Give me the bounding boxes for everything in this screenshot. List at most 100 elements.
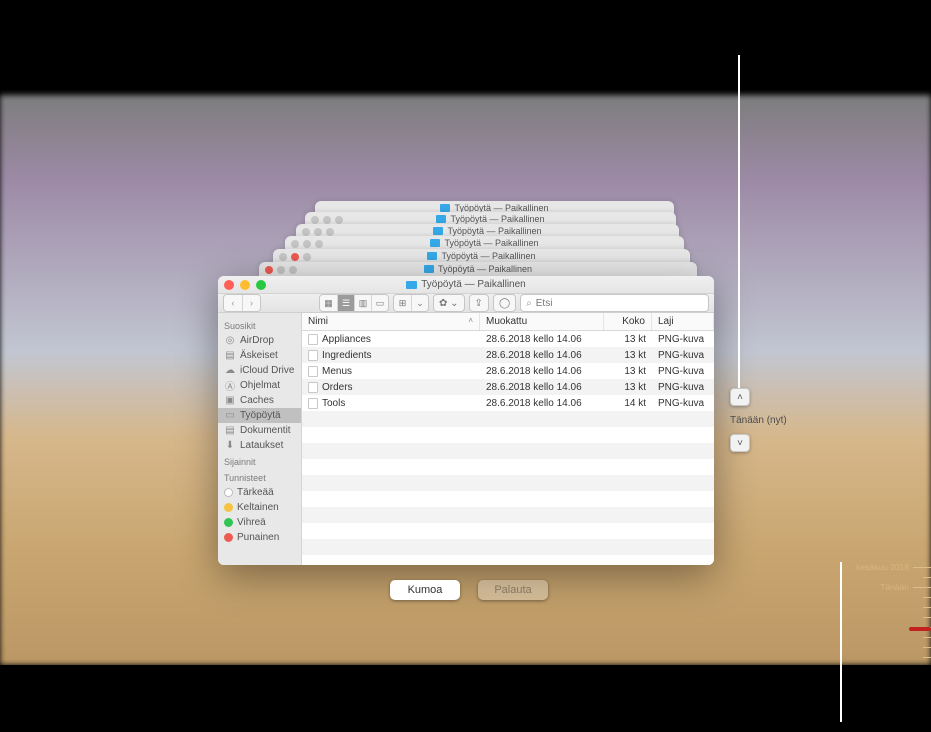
folder-icon <box>440 204 450 212</box>
folder-icon <box>427 252 437 260</box>
sidebar: Suosikit ◎AirDrop ▤Äskeiset ☁iCloud Driv… <box>218 313 302 565</box>
timeline[interactable]: kesäkuu 2018 Tänään <box>841 562 931 662</box>
ghost-title: Työpöytä — Paikallinen <box>438 264 532 274</box>
sidebar-item-label: Lataukset <box>240 440 283 451</box>
desktop-icon: ▭ <box>224 411 236 421</box>
sidebar-item-apps[interactable]: ⒶOhjelmat <box>218 378 301 393</box>
ghost-title: Työpöytä — Paikallinen <box>450 214 544 224</box>
file-name: Ingredients <box>322 350 371 361</box>
forward-button[interactable]: › <box>242 295 260 311</box>
column-header-kind[interactable]: Laji <box>652 313 714 330</box>
table-row[interactable]: Orders28.6.2018 kello 14.0613 ktPNG-kuva <box>302 379 714 395</box>
column-header-name[interactable]: Nimi ˄ <box>302 313 480 330</box>
share-button[interactable]: ⇪ <box>469 294 489 312</box>
file-modified: 28.6.2018 kello 14.06 <box>480 363 604 379</box>
table-row[interactable]: Appliances28.6.2018 kello 14.0613 ktPNG-… <box>302 331 714 347</box>
view-columns-icon[interactable]: ▥ <box>354 295 371 311</box>
sidebar-item-downloads[interactable]: ⬇ Lataukset <box>218 438 301 453</box>
back-button[interactable]: ‹ <box>224 295 242 311</box>
action-menu-button[interactable]: ✿ ⌄ <box>433 294 465 312</box>
tag-dot-icon <box>224 488 233 497</box>
sort-indicator-icon: ˄ <box>468 316 473 325</box>
sidebar-item-label: Keltainen <box>237 502 279 513</box>
sidebar-item-label: AirDrop <box>240 335 274 346</box>
sidebar-item-label: Tärkeää <box>237 487 274 498</box>
timeline-month-label: kesäkuu 2018 <box>856 562 909 572</box>
zoom-button[interactable] <box>256 280 266 290</box>
file-size: 14 kt <box>604 395 652 411</box>
nav-back-forward[interactable]: ‹ › <box>223 294 261 312</box>
sidebar-item-label: Äskeiset <box>240 350 278 361</box>
callout-line <box>738 55 740 388</box>
view-icon-grid[interactable]: ▦ <box>320 295 337 311</box>
file-kind: PNG-kuva <box>652 331 714 347</box>
sidebar-item-desktop[interactable]: ▭ Työpöytä <box>218 408 301 423</box>
sidebar-item-label: Työpöytä <box>240 410 281 421</box>
arrange-dropdown-icon[interactable]: ⌄ <box>411 295 428 311</box>
file-kind: PNG-kuva <box>652 347 714 363</box>
finder-window: Työpöytä — Paikallinen ‹ › ▦ ☰ ▥ ▭ ⊞ ⌄ ✿… <box>218 276 714 565</box>
search-field[interactable]: ⌕ <box>520 294 709 312</box>
folder-icon: ▣ <box>224 396 236 406</box>
documents-icon: ▤ <box>224 426 236 436</box>
column-label: Nimi <box>308 316 328 327</box>
file-icon <box>308 334 318 345</box>
column-header-modified[interactable]: Muokattu <box>480 313 604 330</box>
timeline-knob[interactable] <box>909 627 931 631</box>
file-size: 13 kt <box>604 347 652 363</box>
sidebar-item-icloud[interactable]: ☁iCloud Drive <box>218 363 301 378</box>
sidebar-tag-red[interactable]: Punainen <box>218 530 301 545</box>
timeline-down-button[interactable]: ˅ <box>730 434 750 452</box>
sidebar-section-tags: Tunnisteet <box>218 469 301 485</box>
downloads-icon: ⬇ <box>224 441 236 451</box>
file-name: Orders <box>322 382 353 393</box>
sidebar-item-documents[interactable]: ▤ Dokumentit <box>218 423 301 438</box>
ghost-title: Työpöytä — Paikallinen <box>447 226 541 236</box>
cancel-button[interactable]: Kumoa <box>390 580 460 600</box>
sidebar-item-label: Dokumentit <box>240 425 291 436</box>
sidebar-item-label: iCloud Drive <box>240 365 294 376</box>
ghost-title: Työpöytä — Paikallinen <box>444 238 538 248</box>
file-name: Tools <box>322 398 345 409</box>
view-mode-group[interactable]: ▦ ☰ ▥ ▭ <box>319 294 389 312</box>
sidebar-item-airdrop[interactable]: ◎AirDrop <box>218 333 301 348</box>
timeline-up-button[interactable]: ˄ <box>730 388 750 406</box>
close-button[interactable] <box>224 280 234 290</box>
sidebar-tag-important[interactable]: Tärkeää <box>218 485 301 500</box>
sidebar-item-label: Ohjelmat <box>240 380 280 391</box>
sidebar-tag-green[interactable]: Vihreä <box>218 515 301 530</box>
timeline-now-label: Tänään (nyt) <box>730 415 787 426</box>
file-size: 13 kt <box>604 379 652 395</box>
folder-icon <box>406 281 417 289</box>
file-size: 13 kt <box>604 363 652 379</box>
sidebar-section-favorites: Suosikit <box>218 317 301 333</box>
view-list-icon[interactable]: ☰ <box>337 295 354 311</box>
minimize-button[interactable] <box>240 280 250 290</box>
sidebar-item-label: Caches <box>240 395 274 406</box>
sidebar-item-caches[interactable]: ▣ Caches <box>218 393 301 408</box>
file-modified: 28.6.2018 kello 14.06 <box>480 331 604 347</box>
sidebar-section-locations: Sijainnit <box>218 453 301 469</box>
table-row[interactable]: Ingredients28.6.2018 kello 14.0613 ktPNG… <box>302 347 714 363</box>
titlebar[interactable]: Työpöytä — Paikallinen <box>218 276 714 294</box>
folder-icon <box>433 227 443 235</box>
folder-icon <box>436 215 446 223</box>
file-list: Nimi ˄ Muokattu Koko Laji Appliances 28.6… <box>302 313 714 565</box>
arrange-icon[interactable]: ⊞ <box>394 295 411 311</box>
window-title: Työpöytä — Paikallinen <box>421 276 526 294</box>
file-kind: PNG-kuva <box>652 395 714 411</box>
column-header-size[interactable]: Koko <box>604 313 652 330</box>
tags-button[interactable]: ◯ <box>493 294 516 312</box>
arrange-group[interactable]: ⊞ ⌄ <box>393 294 429 312</box>
file-name: Appliances <box>322 334 371 345</box>
sidebar-tag-yellow[interactable]: Keltainen <box>218 500 301 515</box>
table-row[interactable]: Menus28.6.2018 kello 14.0613 ktPNG-kuva <box>302 363 714 379</box>
folder-icon <box>430 239 440 247</box>
sidebar-item-recents[interactable]: ▤Äskeiset <box>218 348 301 363</box>
view-gallery-icon[interactable]: ▭ <box>371 295 388 311</box>
search-input[interactable] <box>536 298 703 309</box>
table-row[interactable]: Tools28.6.2018 kello 14.0614 ktPNG-kuva <box>302 395 714 411</box>
timeline-today-label: Tänään <box>880 582 909 592</box>
restore-button[interactable]: Palauta <box>478 580 548 600</box>
tag-dot-icon <box>224 518 233 527</box>
